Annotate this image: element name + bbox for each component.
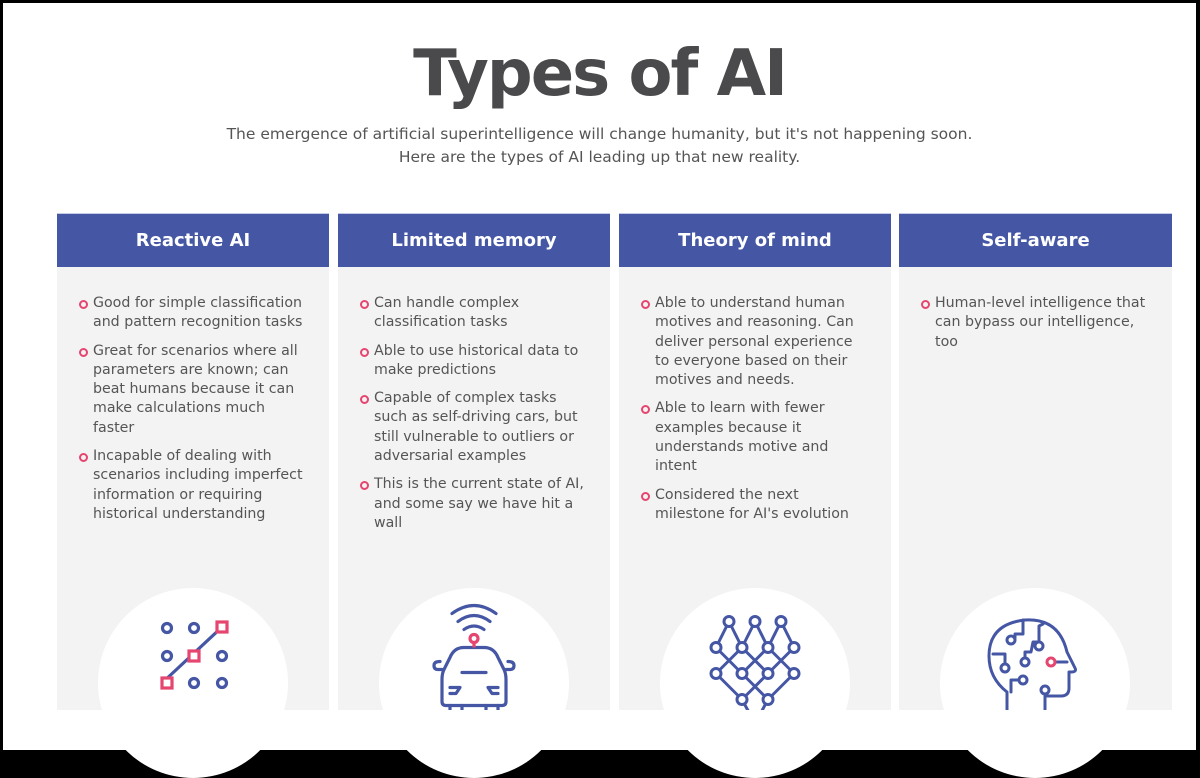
subtitle-line-2: Here are the types of AI leading up that… bbox=[398, 148, 801, 166]
bullet-dot-icon bbox=[641, 491, 650, 501]
bullet-dot-icon bbox=[360, 395, 369, 405]
page-subtitle: The emergence of artificial superintelli… bbox=[0, 123, 1200, 169]
self-driving-car-icon bbox=[432, 603, 516, 718]
bullet-dot-icon bbox=[360, 300, 369, 309]
bullet-list: Good for simple classification and patte… bbox=[57, 267, 329, 524]
bullet-item: Able to use historical data to make pred… bbox=[360, 342, 590, 381]
bullet-dot-icon bbox=[79, 347, 88, 357]
bullet-item: This is the current state of AI, and som… bbox=[360, 475, 590, 533]
column-reactive-ai: Reactive AI Good for simple classificati… bbox=[57, 213, 329, 778]
bullet-item: Human-level intelligence that can bypass… bbox=[921, 294, 1152, 352]
column-title: Self-aware bbox=[899, 213, 1172, 267]
bullet-item: Able to understand human motives and rea… bbox=[641, 294, 871, 390]
bullet-item: Can handle complex classification tasks bbox=[360, 294, 590, 333]
column-title: Limited memory bbox=[338, 213, 610, 267]
bullet-item: Able to learn with fewer examples becaus… bbox=[641, 399, 871, 476]
bullet-list: Human-level intelligence that can bypass… bbox=[899, 267, 1172, 352]
bullet-item: Great for scenarios where all parameters… bbox=[79, 342, 309, 438]
bullet-dot-icon bbox=[360, 347, 369, 357]
subtitle-line-1: The emergence of artificial superintelli… bbox=[226, 125, 973, 143]
bullet-dot-icon bbox=[641, 300, 650, 309]
bullet-item: Incapable of dealing with scenarios incl… bbox=[79, 447, 309, 524]
bullet-item: Good for simple classification and patte… bbox=[79, 294, 309, 333]
bullet-dot-icon bbox=[79, 300, 88, 309]
bullet-item: Considered the next milestone for AI's e… bbox=[641, 486, 871, 525]
column-theory-of-mind: Theory of mind Able to understand human … bbox=[619, 213, 891, 778]
column-self-aware: Self-aware Human-level intelligence that… bbox=[899, 213, 1172, 778]
bullet-dot-icon bbox=[641, 405, 650, 415]
bullet-item: Capable of complex tasks such as self-dr… bbox=[360, 389, 590, 466]
column-limited-memory: Limited memory Can handle complex classi… bbox=[338, 213, 610, 778]
column-title: Reactive AI bbox=[57, 213, 329, 267]
column-title: Theory of mind bbox=[619, 213, 891, 267]
bottom-margin bbox=[3, 710, 1196, 750]
bullet-dot-icon bbox=[79, 453, 88, 463]
bullet-list: Can handle complex classification tasks … bbox=[338, 267, 610, 533]
bullet-dot-icon bbox=[921, 300, 930, 309]
bullet-dot-icon bbox=[360, 481, 369, 491]
pattern-grid-icon bbox=[160, 620, 229, 690]
bullet-list: Able to understand human motives and rea… bbox=[619, 267, 891, 524]
infographic: Types of AI The emergence of artificial … bbox=[3, 3, 1196, 778]
page-title: Types of AI bbox=[413, 37, 788, 111]
